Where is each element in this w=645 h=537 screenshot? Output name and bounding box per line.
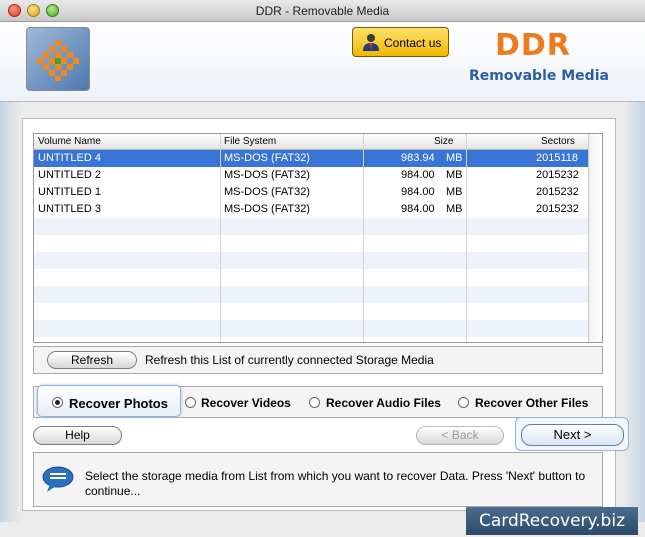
brand-title: DDR	[495, 28, 571, 63]
speech-bubble-icon	[42, 466, 74, 492]
recover-other-files-label[interactable]: Recover Other Files	[475, 396, 588, 410]
column-divider	[466, 134, 467, 342]
table-row[interactable]: UNTITLED 3 MS-DOS (FAT32) 984.00 MB 2015…	[34, 201, 602, 218]
file-system-cell: MS-DOS (FAT32)	[224, 152, 310, 164]
recover-audio-files-radio[interactable]	[309, 397, 320, 408]
column-header-file-system[interactable]: File System	[224, 136, 276, 147]
size-unit-cell: MB	[446, 152, 463, 164]
size-unit-cell: MB	[446, 203, 463, 215]
refresh-button[interactable]: Refresh	[47, 351, 137, 369]
left-edge-decoration	[0, 102, 22, 522]
file-system-cell: MS-DOS (FAT32)	[224, 186, 310, 198]
right-edge-decoration	[623, 102, 645, 522]
sectors-cell: 2015118	[536, 152, 579, 164]
column-divider	[363, 134, 364, 342]
column-divider	[220, 134, 221, 342]
empty-row	[34, 252, 602, 269]
app-window: DDR - Removable Media Contact us DDR Rem…	[0, 0, 645, 537]
table-row[interactable]: UNTITLED 4 MS-DOS (FAT32) 983.94 MB 2015…	[34, 150, 602, 167]
brand-subtitle: Removable Media	[469, 68, 609, 84]
empty-row	[34, 320, 602, 337]
app-logo	[26, 27, 90, 91]
back-button[interactable]: < Back	[416, 426, 504, 445]
next-button[interactable]: Next >	[521, 424, 624, 446]
contact-us-label: Contact us	[384, 36, 442, 50]
size-unit-cell: MB	[446, 186, 463, 198]
app-header: Contact us DDR Removable Media	[0, 22, 645, 102]
table-header: Volume Name File System Size Sectors	[34, 134, 602, 150]
column-header-size[interactable]: Size	[434, 136, 453, 147]
help-button[interactable]: Help	[33, 426, 122, 445]
volume-name-cell: UNTITLED 2	[38, 169, 101, 181]
recover-videos-radio[interactable]	[185, 397, 196, 408]
recover-photos-radio[interactable]	[52, 397, 63, 408]
volume-name-cell: UNTITLED 4	[38, 152, 101, 164]
refresh-description: Refresh this List of currently connected…	[145, 353, 434, 367]
size-cell: 984.00	[401, 169, 435, 181]
footer-brand: CardRecovery.biz	[466, 507, 638, 535]
volume-name-cell: UNTITLED 1	[38, 186, 101, 198]
sectors-cell: 2015232	[536, 169, 579, 181]
recover-photos-label[interactable]: Recover Photos	[69, 396, 168, 411]
empty-row	[34, 286, 602, 303]
title-bar: DDR - Removable Media	[0, 0, 645, 22]
empty-row	[34, 269, 602, 286]
size-cell: 984.00	[401, 186, 435, 198]
table-row[interactable]: UNTITLED 1 MS-DOS (FAT32) 984.00 MB 2015…	[34, 184, 602, 201]
empty-row	[34, 218, 602, 235]
size-cell: 983.94	[401, 152, 435, 164]
empty-row	[34, 303, 602, 320]
instruction-text: Select the storage media from List from …	[85, 469, 586, 498]
sectors-cell: 2015232	[536, 203, 579, 215]
person-icon	[363, 34, 379, 51]
column-header-volume-name[interactable]: Volume Name	[38, 136, 101, 147]
window-title: DDR - Removable Media	[255, 4, 390, 18]
sectors-cell: 2015232	[536, 186, 579, 198]
contact-us-button[interactable]: Contact us	[352, 27, 449, 57]
recover-audio-files-label[interactable]: Recover Audio Files	[326, 396, 441, 410]
file-system-cell: MS-DOS (FAT32)	[224, 203, 310, 215]
table-body: UNTITLED 4 MS-DOS (FAT32) 983.94 MB 2015…	[34, 150, 602, 337]
empty-row	[34, 235, 602, 252]
size-unit-cell: MB	[446, 169, 463, 181]
checker-logo-icon	[37, 40, 79, 81]
recover-other-files-radio[interactable]	[458, 397, 469, 408]
table-scroll-area[interactable]	[588, 134, 602, 342]
recover-videos-label[interactable]: Recover Videos	[201, 396, 291, 410]
volume-name-cell: UNTITLED 3	[38, 203, 101, 215]
file-system-cell: MS-DOS (FAT32)	[224, 169, 310, 181]
media-list-table[interactable]: Volume Name File System Size Sectors UNT…	[33, 133, 603, 343]
size-cell: 984.00	[401, 203, 435, 215]
table-row[interactable]: UNTITLED 2 MS-DOS (FAT32) 984.00 MB 2015…	[34, 167, 602, 184]
column-header-sectors[interactable]: Sectors	[541, 136, 575, 147]
